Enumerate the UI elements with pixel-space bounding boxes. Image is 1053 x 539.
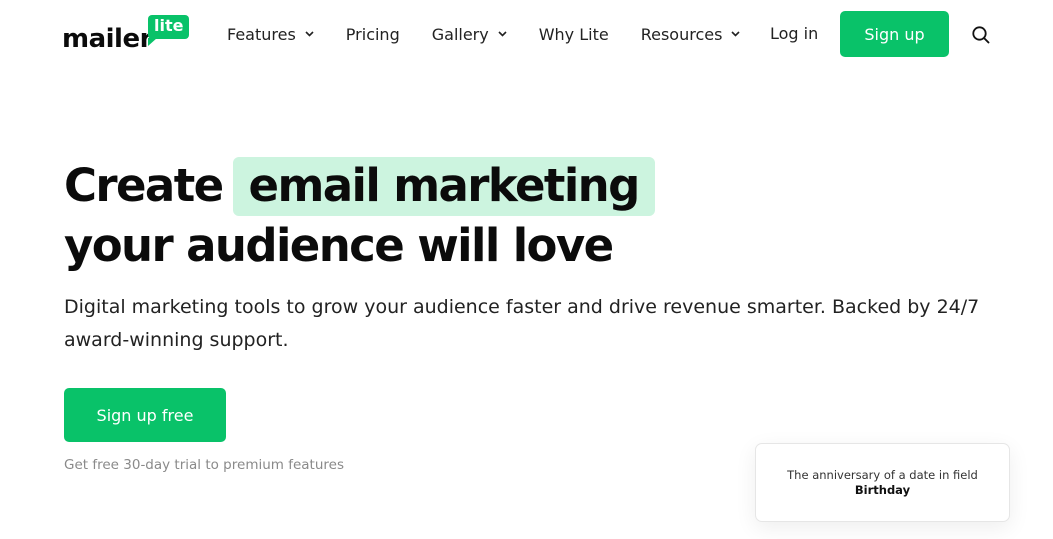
logo-wordmark: mailer [62,24,152,54]
nav-item-gallery[interactable]: Gallery [432,25,507,44]
nav-item-why-lite[interactable]: Why Lite [539,25,609,44]
signup-free-button[interactable]: Sign up free [64,388,226,442]
trial-note: Get free 30-day trial to premium feature… [64,457,344,473]
site-header: mailer lite Features Pricing Gallery Why… [0,0,1053,70]
headline-highlight: email marketing [232,156,655,216]
hero-subtext: Digital marketing tools to grow your aud… [64,296,980,351]
headline-line-2: your audience will love [64,219,614,272]
nav-item-label: Gallery [431,24,489,44]
login-link[interactable]: Log in [770,24,818,43]
headline-start: Create [64,159,224,212]
nav-item-label: Why Lite [538,24,609,44]
nav-item-label: Resources [640,24,723,44]
signup-button[interactable]: Sign up [840,11,949,57]
chevron-down-icon [498,31,507,37]
logo-badge: lite [148,15,190,46]
search-button[interactable] [970,24,992,46]
headline-line-1: Create email marketing [64,156,655,216]
hero-headline: Create email marketing your audience wil… [64,156,655,276]
nav-item-label: Pricing [345,24,400,44]
nav-item-features[interactable]: Features [227,25,314,44]
chevron-down-icon [731,31,741,37]
nav-item-resources[interactable]: Resources [641,25,741,44]
card-text-bold: Birthday [854,482,911,497]
chevron-down-icon [305,31,314,37]
card-text-prefix: The anniversary of a date in field [787,467,978,482]
search-icon [972,26,990,44]
card-text: The anniversary of a date in field Birth… [786,468,979,498]
automation-trigger-card: The anniversary of a date in field Birth… [755,443,1010,522]
main-nav: Features Pricing Gallery Why Lite Resour… [227,22,741,46]
mailerlite-logo[interactable]: mailer lite [62,14,192,54]
nav-item-label: Features [227,24,296,44]
nav-item-pricing[interactable]: Pricing [346,25,400,44]
